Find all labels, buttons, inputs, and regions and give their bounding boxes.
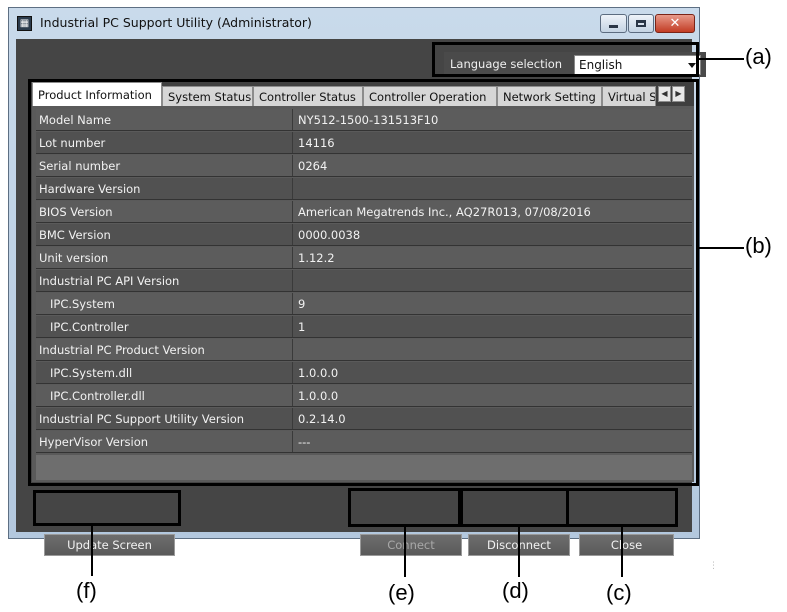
leader-line-e: [404, 527, 406, 577]
highlight-update: [33, 490, 181, 526]
leader-line-a: [699, 58, 744, 60]
callout-b: (b): [745, 233, 772, 258]
maximize-icon: [629, 15, 653, 32]
close-icon: ✕: [669, 16, 681, 31]
callout-a: (a): [745, 44, 772, 69]
highlight-connect: [348, 488, 463, 527]
terminal-icon: ▦: [17, 16, 32, 31]
title-bar[interactable]: ▦ Industrial PC Support Utility (Adminis…: [9, 8, 699, 38]
resize-grip-icon[interactable]: ⋮: [709, 561, 718, 571]
leader-line-f: [91, 526, 93, 576]
leader-line-c: [621, 527, 623, 577]
callout-c: (c): [606, 580, 632, 605]
highlight-panel: [28, 79, 699, 486]
close-window-button[interactable]: ✕: [655, 14, 695, 33]
callout-d: (d): [502, 578, 529, 603]
update-screen-button[interactable]: Update Screen: [44, 534, 175, 556]
window-title: Industrial PC Support Utility (Administr…: [40, 15, 312, 30]
callout-e: (e): [388, 580, 415, 605]
highlight-close: [566, 488, 678, 527]
leader-line-d: [518, 527, 520, 577]
minimize-button[interactable]: [600, 14, 627, 33]
maximize-button[interactable]: [628, 14, 654, 33]
highlight-disconnect: [458, 488, 569, 527]
minimize-icon: [601, 15, 626, 32]
connect-button[interactable]: Connect: [360, 534, 462, 556]
callout-f: (f): [76, 578, 97, 603]
leader-line-b: [699, 247, 744, 249]
close-button[interactable]: Close: [579, 534, 674, 556]
highlight-language: [432, 42, 699, 77]
